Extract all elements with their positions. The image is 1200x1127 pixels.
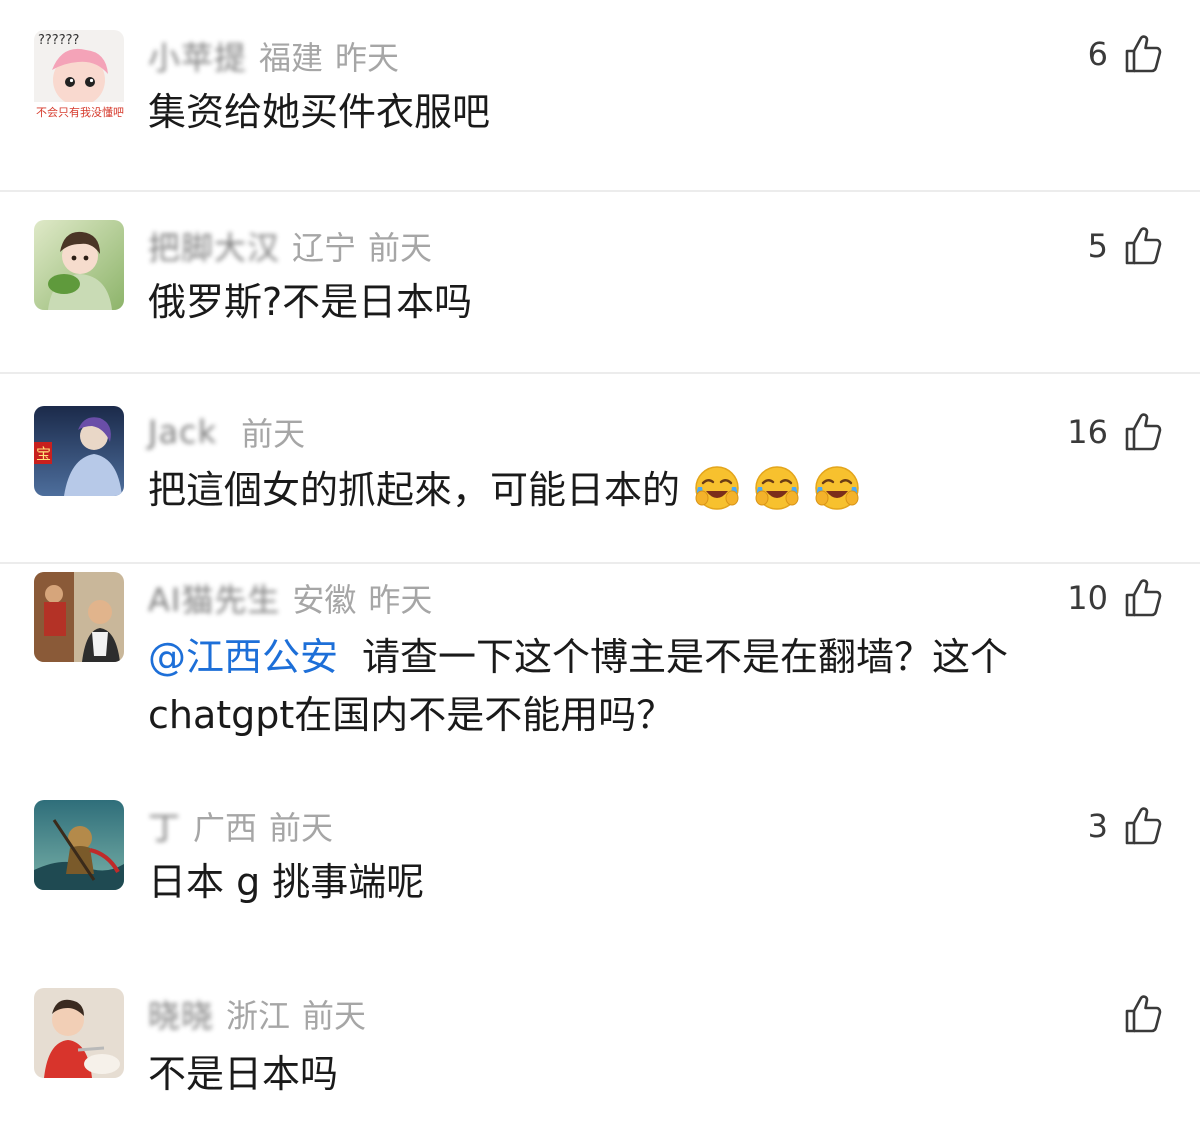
comment-body: 日本 g 挑事端呢	[148, 860, 425, 904]
avatar[interactable]	[34, 988, 124, 1078]
comment-text: 把這個女的抓起來，可能日本的	[148, 462, 1138, 518]
comment-body: 俄罗斯?不是日本吗	[148, 280, 473, 324]
comment-meta: Jack 前天	[148, 410, 317, 454]
like-count: 6	[1087, 35, 1108, 73]
crying-laughing-emoji	[694, 465, 740, 511]
comment-item: 丁 广西 前天 3 日本 g 挑事端呢	[0, 790, 1200, 980]
like-button[interactable]: 16	[1067, 410, 1162, 454]
comment-meta: 小苹提 福建 昨天	[148, 34, 411, 78]
username[interactable]: 丁	[148, 803, 181, 849]
comment-text: 不是日本吗	[148, 1046, 1138, 1102]
location-label: 广西	[193, 809, 258, 847]
comment-body: 把這個女的抓起來，可能日本的	[148, 468, 681, 512]
avatar[interactable]	[34, 572, 124, 662]
username[interactable]: 把脚大汉	[148, 223, 280, 269]
time-label: 前天	[269, 809, 334, 847]
avatar[interactable]	[34, 220, 124, 310]
like-button[interactable]: 5	[1088, 224, 1162, 268]
mention-link[interactable]: @江西公安	[148, 635, 338, 679]
location-label: 浙江	[226, 997, 291, 1035]
comment-text: 俄罗斯?不是日本吗	[148, 274, 1138, 330]
username[interactable]: 晓晓	[148, 991, 214, 1037]
thumbs-up-icon	[1124, 806, 1162, 846]
avatar-caption: 不会只有我没懂吧	[36, 105, 124, 119]
like-count: 3	[1087, 807, 1108, 845]
avatar[interactable]: 宝	[34, 406, 124, 496]
like-count: 10	[1067, 579, 1108, 617]
comment-meta: 丁 广西 前天	[148, 804, 345, 848]
time-label: 昨天	[335, 39, 400, 77]
thumbs-up-icon	[1124, 994, 1162, 1034]
comment-item: ?????? 不会只有我没懂吧 小苹提 福建 昨天 6 集资给她买件衣服吧	[0, 0, 1200, 190]
username[interactable]: 小苹提	[148, 33, 247, 79]
username[interactable]: AI猫先生	[148, 575, 280, 621]
like-button[interactable]: 3	[1088, 804, 1162, 848]
time-label: 前天	[241, 415, 306, 453]
like-button[interactable]: 10	[1067, 576, 1162, 620]
location-label: 辽宁	[292, 229, 357, 267]
comment-item: 晓晓 浙江 前天 不是日本吗	[0, 980, 1200, 1127]
crying-laughing-emoji	[754, 465, 800, 511]
thumbs-up-icon	[1124, 578, 1162, 618]
avatar[interactable]: ?????? 不会只有我没懂吧	[34, 30, 124, 120]
time-label: 前天	[302, 997, 367, 1035]
comment-text: @江西公安 请查一下这个博主是不是在翻墙？这个chatgpt在国内不是不能用吗？	[148, 628, 1138, 744]
comment-meta: 把脚大汉 辽宁 前天	[148, 224, 444, 268]
comment-item: AI猫先生 安徽 昨天 10 @江西公安 请查一下这个博主是不是在翻墙？这个cha…	[0, 564, 1200, 778]
crying-laughing-emoji	[814, 465, 860, 511]
time-label: 昨天	[368, 581, 433, 619]
like-count: 5	[1087, 227, 1108, 265]
comment-text: 集资给她买件衣服吧	[148, 84, 1138, 140]
avatar[interactable]	[34, 800, 124, 890]
comment-meta: AI猫先生 安徽 昨天	[148, 576, 444, 620]
like-button[interactable]: 6	[1088, 32, 1162, 76]
comment-item: 宝 Jack 前天 16 把這個女的抓起來，可能日本的	[0, 374, 1200, 562]
thumbs-up-icon	[1124, 412, 1162, 452]
time-label: 前天	[368, 229, 433, 267]
thumbs-up-icon	[1124, 34, 1162, 74]
like-count: 16	[1067, 413, 1108, 451]
comment-meta: 晓晓 浙江 前天	[148, 992, 378, 1036]
like-button[interactable]	[1108, 992, 1162, 1036]
comment-list: ?????? 不会只有我没懂吧 小苹提 福建 昨天 6 集资给她买件衣服吧 把脚…	[0, 0, 1200, 1127]
thumbs-up-icon	[1124, 226, 1162, 266]
comment-body: 集资给她买件衣服吧	[148, 90, 491, 134]
comment-item: 把脚大汉 辽宁 前天 5 俄罗斯?不是日本吗	[0, 192, 1200, 370]
comment-body: 不是日本吗	[148, 1052, 339, 1096]
avatar-badge: 宝	[36, 445, 51, 463]
username[interactable]: Jack	[148, 413, 217, 451]
location-label: 安徽	[292, 581, 357, 619]
location-label: 福建	[259, 39, 324, 77]
comment-text: 日本 g 挑事端呢	[148, 854, 1138, 910]
avatar-top-text: ??????	[38, 33, 79, 48]
